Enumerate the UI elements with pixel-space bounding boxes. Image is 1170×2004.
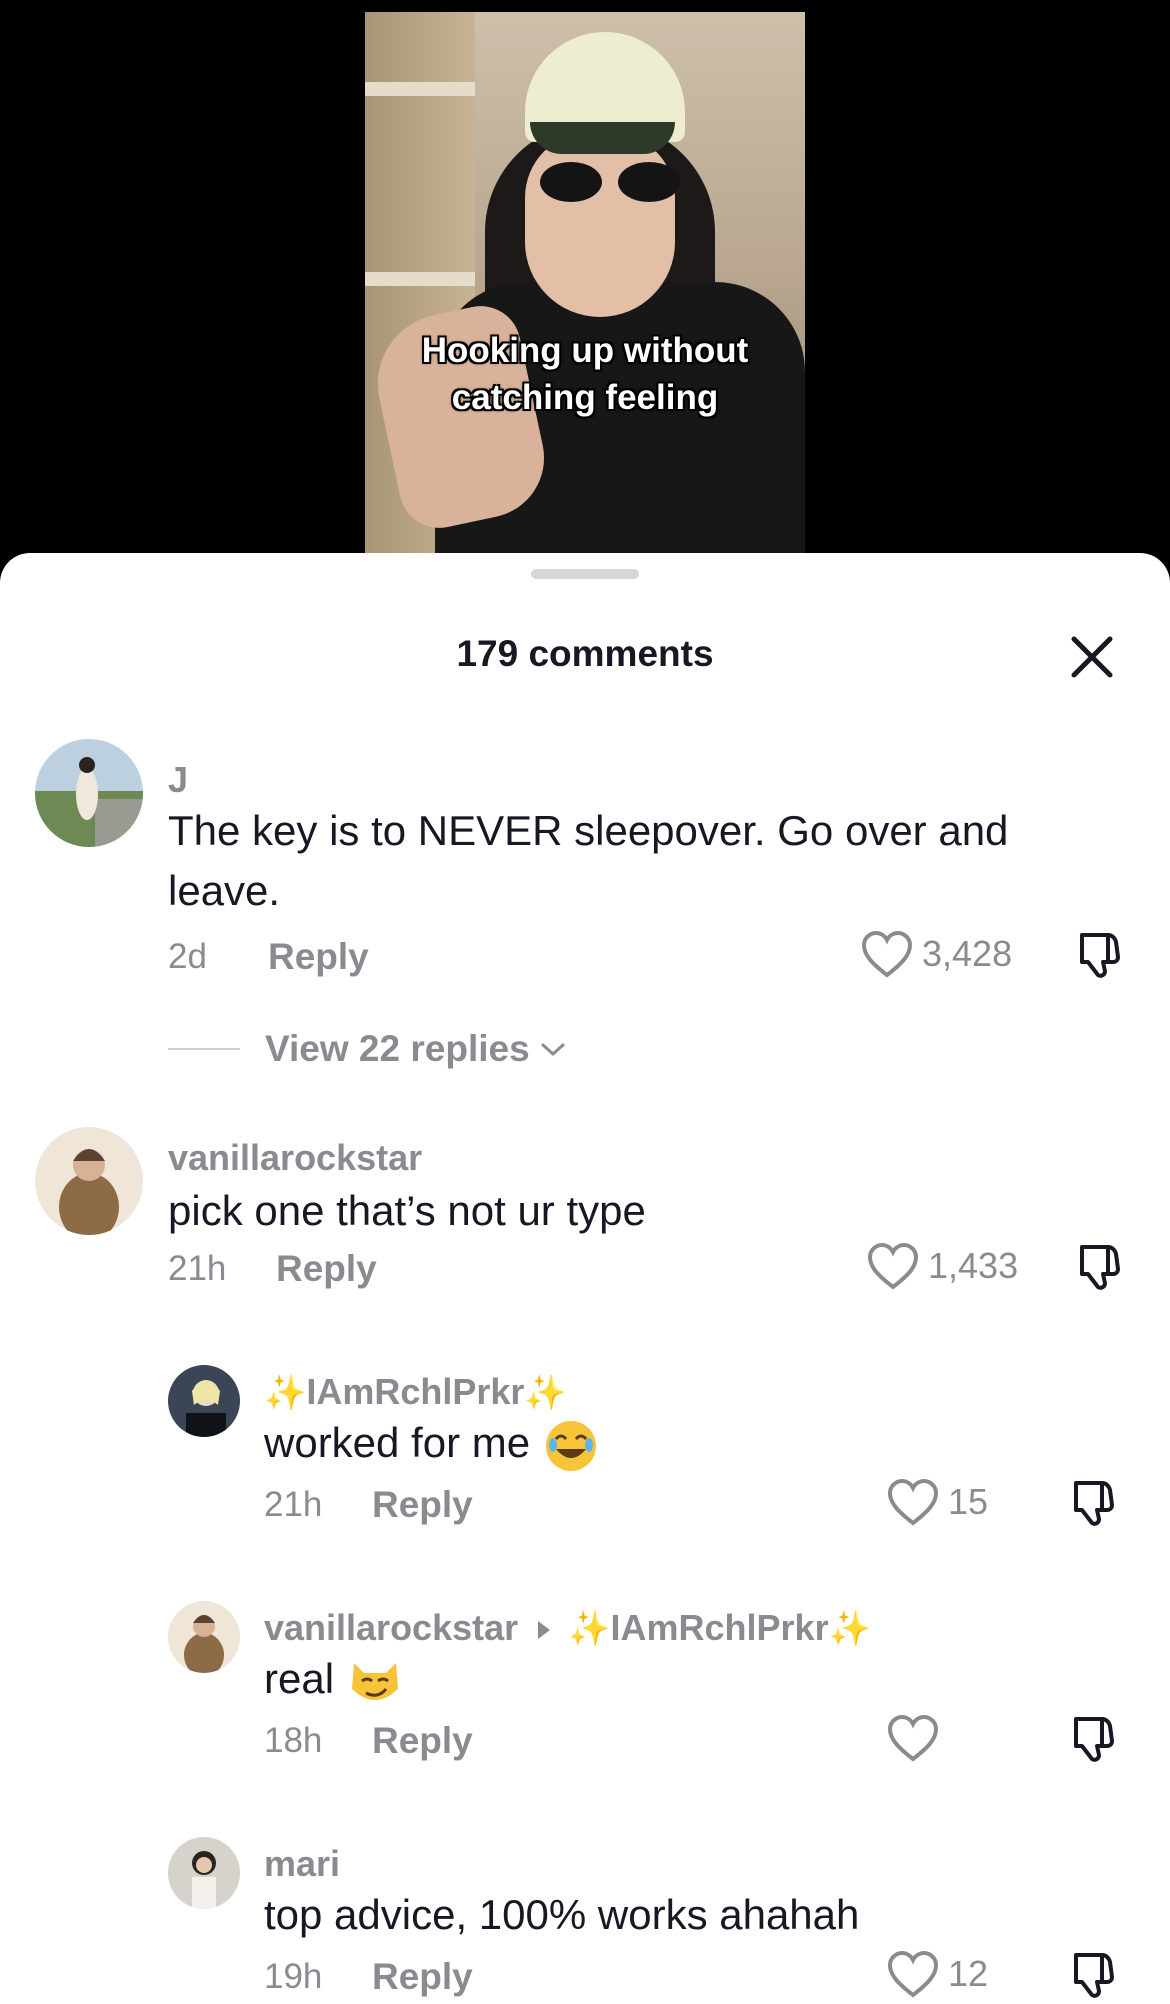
sparkles-emoji-right: ✨ [828,1610,871,1648]
video-frame: Hooking up without catching feeling [365,12,805,580]
dislike-button[interactable] [1064,1947,1120,2003]
comment-text: The key is to NEVER sleepover. Go over a… [168,801,1008,921]
comment-username[interactable]: vanillarockstar ✨IAmRchlPrkr✨ [264,1607,871,1649]
dislike-button[interactable] [1064,1711,1120,1767]
video-caption-line2: catching feeling [451,378,719,417]
video-cap-brim [530,122,675,154]
avatar[interactable] [168,1601,240,1673]
avatar[interactable] [35,1127,143,1235]
like-button[interactable]: 15 [886,1477,988,1527]
sheet-drag-handle[interactable] [531,569,639,579]
like-count: 3,428 [922,933,1013,974]
reply-button[interactable]: Reply [268,936,369,978]
chevron-down-icon [541,1043,565,1056]
heart-icon [887,1478,939,1526]
comments-count-title: 179 comments [456,633,714,674]
comment-time: 21h [264,1485,323,1524]
comment-text: real [264,1649,402,1709]
comment-text-content: real [264,1655,335,1702]
username-text: IAmRchlPrkr [306,1371,525,1412]
replies-divider-line [168,1048,240,1050]
reply-button[interactable]: Reply [372,1720,473,1762]
comment-time: 21h [168,1249,227,1288]
comment-username[interactable]: ✨IAmRchlPrkr✨ [264,1371,567,1413]
smirk-cat-face-icon [352,1662,399,1700]
like-button[interactable]: 12 [886,1949,988,1999]
heart-icon [887,1714,939,1762]
reply-button[interactable]: Reply [276,1248,377,1290]
reply-item: mari top advice, 100% works ahahah 19h R… [0,1833,1170,2004]
thumbs-down-icon [1074,1481,1114,1526]
comment-text-line1: The key is to NEVER sleepover. Go over a… [168,807,1009,854]
close-icon [1071,636,1113,678]
reply-button[interactable]: Reply [372,1484,473,1526]
thumbs-down-icon [1074,1717,1114,1762]
thumbs-down-icon [1074,1953,1114,1998]
comment-username[interactable]: J [168,759,188,801]
comment-time: 2d [168,937,207,976]
like-button[interactable]: 3,428 [860,929,1012,979]
video-sunglasses [540,162,680,210]
sparkles-emoji-right: ✨ [524,1374,567,1412]
view-replies-button[interactable]: View 22 replies [168,1028,568,1070]
heart-icon [867,1242,919,1290]
comment-text: worked for me [264,1413,598,1473]
close-button[interactable] [1068,633,1116,681]
dislike-button[interactable] [1070,1239,1126,1295]
comment-username[interactable]: vanillarockstar [168,1137,422,1179]
reply-button[interactable]: Reply [372,1956,473,1998]
heart-icon [861,930,913,978]
avatar[interactable] [168,1837,240,1909]
reply-item: ✨IAmRchlPrkr✨ worked for me 21h Reply 15 [0,1361,1170,1541]
comment-time: 19h [264,1957,323,1996]
thumbs-down-icon [1080,933,1120,978]
like-count: 1,433 [928,1245,1019,1286]
avatar[interactable] [168,1365,240,1437]
reply-to-username[interactable]: IAmRchlPrkr [611,1607,829,1648]
like-count: 12 [948,1953,989,1994]
video-caption: Hooking up without catching feeling [365,327,805,421]
comment-text: pick one that’s not ur type [168,1187,646,1234]
like-count: 15 [948,1481,989,1522]
comment-username[interactable]: mari [264,1843,340,1885]
reply-arrow-icon [538,1621,551,1640]
comments-sheet: 179 comments J The key is to NEVER sleep… [0,553,1170,2004]
username-text: vanillarockstar [264,1607,519,1648]
avatar[interactable] [35,739,143,847]
dislike-button[interactable] [1070,927,1126,983]
thumbs-down-icon [1080,1245,1120,1290]
dislike-button[interactable] [1064,1475,1120,1531]
heart-icon [887,1950,939,1998]
video-player[interactable]: Hooking up without catching feeling [0,0,1170,580]
reply-item: vanillarockstar ✨IAmRchlPrkr✨ real 18h Re… [0,1597,1170,1777]
comment-text-content: worked for me [264,1419,531,1466]
video-person-face [525,132,675,317]
sparkles-emoji-left: ✨ [568,1610,611,1648]
comment-item: vanillarockstar pick one that’s not ur t… [0,1127,1170,1307]
comment-text-line2: leave. [168,867,281,914]
comment-item: J The key is to NEVER sleepover. Go over… [0,739,1170,1019]
view-replies-label: View 22 replies [265,1028,530,1069]
like-button[interactable]: 1,433 [866,1241,1018,1291]
comment-text: top advice, 100% works ahahah [264,1891,860,1938]
comment-time: 18h [264,1721,323,1760]
sparkles-emoji-left: ✨ [264,1374,307,1412]
like-button[interactable] [886,1713,948,1763]
video-caption-line1: Hooking up without [421,331,749,370]
joy-face-icon [546,1420,597,1471]
